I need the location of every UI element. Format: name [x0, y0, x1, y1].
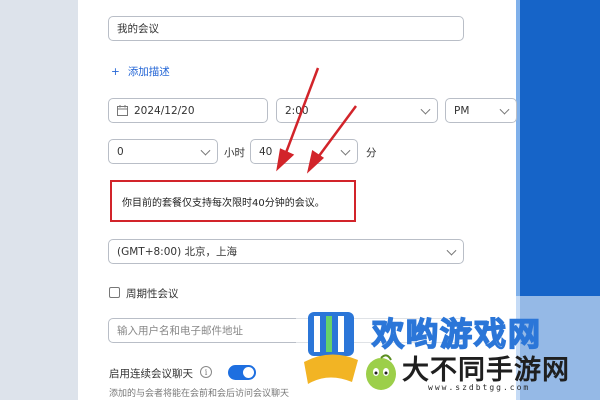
- watermark-subtitle: 大不同手游网: [402, 355, 570, 386]
- watermark-logo: [304, 312, 358, 384]
- watermark-mascot: [366, 354, 396, 390]
- watermark-url: www.szdbtgg.com: [428, 383, 531, 392]
